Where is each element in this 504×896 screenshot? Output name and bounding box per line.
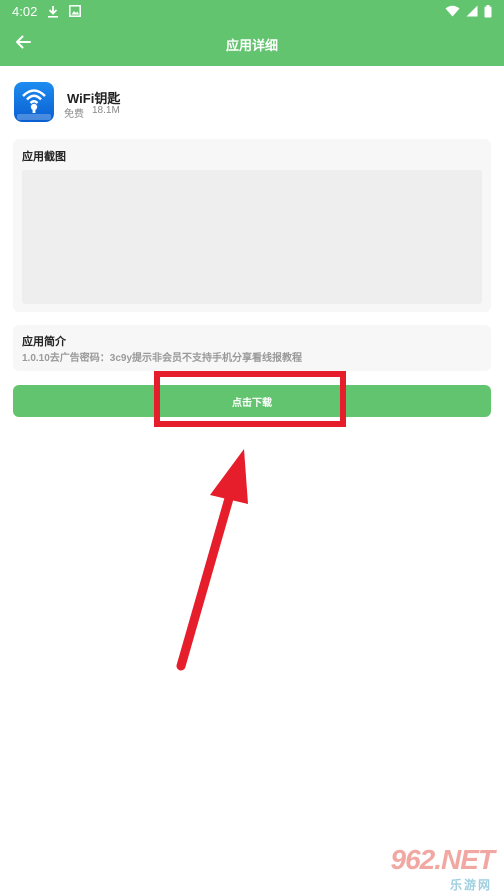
intro-section: 应用简介 1.0.10去广告密码：3c9y提示非会员不支持手机分享看线报教程 <box>13 325 491 371</box>
annotation-arrow <box>176 449 248 671</box>
app-meta: 免费 18.1M <box>64 105 120 120</box>
screenshots-title: 应用截图 <box>22 151 66 163</box>
app-price: 免费 <box>64 109 84 120</box>
download-icon <box>47 5 59 18</box>
page-title: 应用详细 <box>225 38 278 53</box>
app-header: WiFi钥匙 免费 18.1M <box>14 82 490 124</box>
app-bar: 应用详细 <box>0 22 504 66</box>
intro-title: 应用简介 <box>22 336 66 348</box>
wifi-icon <box>445 5 460 17</box>
signal-icon <box>466 5 478 17</box>
wifi-key-app-icon <box>14 82 54 122</box>
status-time: 4:02 <box>12 3 38 19</box>
screenshots-placeholder[interactable] <box>22 170 482 304</box>
intro-text: 1.0.10去广告密码：3c9y提示非会员不支持手机分享看线报教程 <box>22 353 303 364</box>
app-size: 18.1M <box>92 105 120 116</box>
watermark-logo: 962.NET 乐游网 <box>366 842 500 892</box>
watermark-subtitle: 乐游网 <box>449 878 492 892</box>
status-right <box>445 4 492 18</box>
status-left: 4:02 <box>12 3 82 19</box>
screenshots-section: 应用截图 <box>13 139 491 312</box>
battery-icon <box>484 4 492 18</box>
app-detail-page: 4:02 应用详细 WiFi钥匙 免费 18.1M 应用截图 应用简介 1.0.… <box>0 0 504 896</box>
highlight-box <box>154 371 346 427</box>
status-bar: 4:02 <box>0 0 504 22</box>
watermark-text: 962.NET <box>390 844 495 875</box>
image-icon <box>69 5 82 17</box>
